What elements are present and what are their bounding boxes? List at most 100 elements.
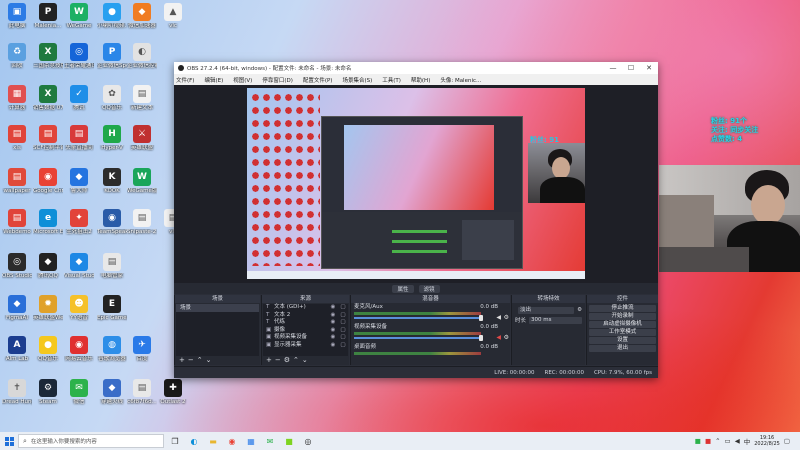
studio-mode-button[interactable]: 工作室模式 — [589, 328, 656, 336]
minimize-button[interactable]: — — [604, 64, 622, 72]
preview-canvas[interactable]: 粉丝: 91 — [247, 88, 585, 279]
down-icon[interactable]: ⌄ — [206, 356, 215, 364]
obs-icon[interactable]: ◎ — [300, 434, 316, 448]
notification-icon[interactable]: ▢ — [784, 437, 790, 445]
desktop-icon[interactable]: ✿ QQ音乐 — [97, 85, 127, 125]
source-item[interactable]: ▣ 视频采集设备 ◉ ▢ — [263, 334, 348, 342]
desktop-icon[interactable]: ▤ 头条直播间 — [64, 125, 94, 165]
desktop-icon[interactable]: ▤ 电脑管家 — [97, 253, 127, 293]
desktop-icon[interactable]: ▤ Snipaste-2... — [127, 209, 157, 249]
visibility-eye-icon[interactable]: ◉ — [328, 327, 338, 335]
desktop-icon[interactable]: ● QQ音乐 — [33, 336, 63, 376]
desktop-icon[interactable]: e Microsoft Edge — [33, 209, 63, 249]
down-icon[interactable]: ⌄ — [302, 356, 311, 364]
gear-icon[interactable]: ⚙ — [504, 314, 509, 321]
volume-icon[interactable]: ◀ — [735, 437, 740, 445]
desktop-icon[interactable]: P 企业微信Spel — [97, 43, 127, 83]
desktop-icon[interactable]: ✝ Dread Hunger — [2, 379, 32, 419]
desktop-icon[interactable]: ☻ YY语音 — [64, 295, 94, 335]
desktop-icon[interactable]: ♻ 回收 — [2, 43, 32, 83]
visibility-eye-icon[interactable]: ◉ — [328, 334, 338, 342]
desktop-icon[interactable]: ▤ c6f87f6d... — [127, 379, 157, 419]
wechat-icon[interactable]: ✉ — [262, 434, 278, 448]
properties-button[interactable]: 属性 — [392, 284, 414, 293]
desktop-icon[interactable]: ◎ 王者荣耀通讯录 — [64, 43, 94, 83]
menu-account[interactable]: 头像: Malenic... — [440, 76, 481, 84]
file-explorer-icon[interactable]: ▬ — [205, 434, 221, 448]
settings-button[interactable]: 设置 — [589, 336, 656, 344]
virtual-camera-button[interactable]: 启动虚拟摄像机 — [589, 320, 656, 328]
desktop-icon[interactable]: A Alm Lab — [2, 336, 32, 376]
up-icon[interactable]: ⌃ — [197, 356, 206, 364]
menu-edit[interactable]: 编辑(E) — [204, 76, 223, 84]
desktop-icon[interactable]: ◆ 穿越火线 — [97, 379, 127, 419]
remove-icon[interactable]: − — [275, 356, 284, 364]
menu-file[interactable]: 文件(F) — [176, 76, 194, 84]
desktop-icon[interactable]: ✦ 生死狙击2 — [64, 209, 94, 249]
remove-icon[interactable]: − — [188, 356, 197, 364]
ime-icon[interactable]: 中 — [744, 436, 751, 446]
desktop-icon[interactable]: ◉ TeamSpeak 3 — [97, 209, 127, 249]
menu-docks[interactable]: 停靠窗口(D) — [262, 76, 293, 84]
desktop-icon[interactable]: ◍ 谷歌浏览器 — [97, 336, 127, 376]
desktop-icon[interactable]: ◐ 企业微信控制 — [127, 43, 157, 83]
speaker-muted-icon[interactable]: ◀ — [496, 334, 501, 341]
desktop-icon[interactable]: ✓ 腾讯 — [64, 85, 94, 125]
desktop-icon[interactable]: ◆ 腾讯QQ — [33, 253, 63, 293]
desktop-icon[interactable]: ⚙ Steam — [33, 379, 63, 419]
visibility-eye-icon[interactable]: ◉ — [328, 342, 338, 350]
menu-profile[interactable]: 配置文件(P) — [303, 76, 333, 84]
desktop-icon[interactable]: E Epic Games Launcher — [97, 295, 127, 335]
lock-icon[interactable]: ▢ — [338, 319, 348, 327]
kook-icon[interactable]: ■ — [281, 434, 297, 448]
stop-streaming-button[interactable]: 停止推流 — [589, 304, 656, 312]
chrome-icon[interactable]: ◉ — [224, 434, 240, 448]
desktop-icon[interactable]: ✈ 百度 — [127, 336, 157, 376]
taskbar-search[interactable]: ⌕ 在这里输入你要搜索的内容 — [18, 434, 164, 448]
desktop-icon[interactable]: X 销售数据 0726.xlsx — [33, 85, 63, 125]
clock[interactable]: 19:16 2022/8/25 — [754, 435, 780, 447]
source-item[interactable]: ▣ 显示器采集 ◉ ▢ — [263, 342, 348, 350]
speaker-icon[interactable]: ◀ — [496, 314, 501, 321]
desktop-icon[interactable]: ● 小喇叭视频… — [97, 3, 127, 43]
source-item[interactable]: T 代练 ◉ ▢ — [263, 319, 348, 327]
lock-icon[interactable]: ▢ — [338, 327, 348, 335]
desktop-icon[interactable]: W WeGame版 — [127, 168, 157, 208]
lock-icon[interactable]: ▢ — [338, 304, 348, 312]
desktop-icon[interactable]: K KOOK — [97, 168, 127, 208]
desktop-icon[interactable]: ◆ 微信加速器 — [127, 3, 157, 43]
visibility-eye-icon[interactable]: ◉ — [328, 312, 338, 320]
edge-icon[interactable]: ◐ — [186, 434, 202, 448]
desktop-icon[interactable]: ◆ FigmaAI — [2, 295, 32, 335]
add-icon[interactable]: + — [266, 356, 275, 364]
duration-input[interactable]: 300 ms — [529, 316, 582, 324]
visibility-eye-icon[interactable]: ◉ — [328, 304, 338, 312]
menu-view[interactable]: 视图(V) — [233, 76, 252, 84]
gear-icon[interactable]: ⚙ — [577, 307, 582, 313]
desktop-icon[interactable]: ▣ 此电脑 — [2, 3, 32, 43]
desktop-icon[interactable]: X 三国杀竞技版 — [33, 43, 63, 83]
desktop-icon[interactable]: ✹ 英雄联盟WeGame — [33, 295, 63, 335]
desktop-icon[interactable]: ◆ Visual Studio Code — [64, 253, 94, 293]
desktop-icon[interactable]: P Malenia... — [33, 3, 63, 43]
source-item[interactable]: T 文本 2 ◉ ▢ — [263, 312, 348, 320]
lock-icon[interactable]: ▢ — [338, 334, 348, 342]
desktop-icon[interactable]: ▤ Webdemo — [2, 209, 32, 249]
desktop-icon[interactable]: ▤ SCF控制平台 — [33, 125, 63, 165]
maximize-button[interactable]: ☐ — [622, 64, 640, 72]
slider-knob[interactable] — [479, 335, 483, 341]
desktop-icon[interactable]: ▤ 新建文本 — [127, 85, 157, 125]
scene-item[interactable]: 场景 — [176, 304, 259, 312]
store-icon[interactable]: ▦ — [243, 434, 259, 448]
start-button[interactable] — [0, 432, 18, 450]
obs-titlebar[interactable]: OBS 27.2.4 (64-bit, windows) - 配置文件: 未命名… — [174, 62, 658, 74]
gear-icon[interactable]: ⚙ — [504, 334, 509, 341]
source-item[interactable]: T 文本 (GDI+) ◉ ▢ — [263, 304, 348, 312]
close-button[interactable]: ✕ — [640, 64, 658, 72]
desktop-icon[interactable]: ◎ OBS Studio — [2, 253, 32, 293]
task-view-icon[interactable]: ❐ — [167, 434, 183, 448]
scenes-list[interactable]: 场景 — [176, 304, 259, 356]
desktop-icon[interactable]: ◆ 鲁大师 — [64, 168, 94, 208]
desktop-icon[interactable]: ▤ xls — [2, 125, 32, 165]
gear-icon[interactable]: ⚙ — [284, 356, 293, 364]
